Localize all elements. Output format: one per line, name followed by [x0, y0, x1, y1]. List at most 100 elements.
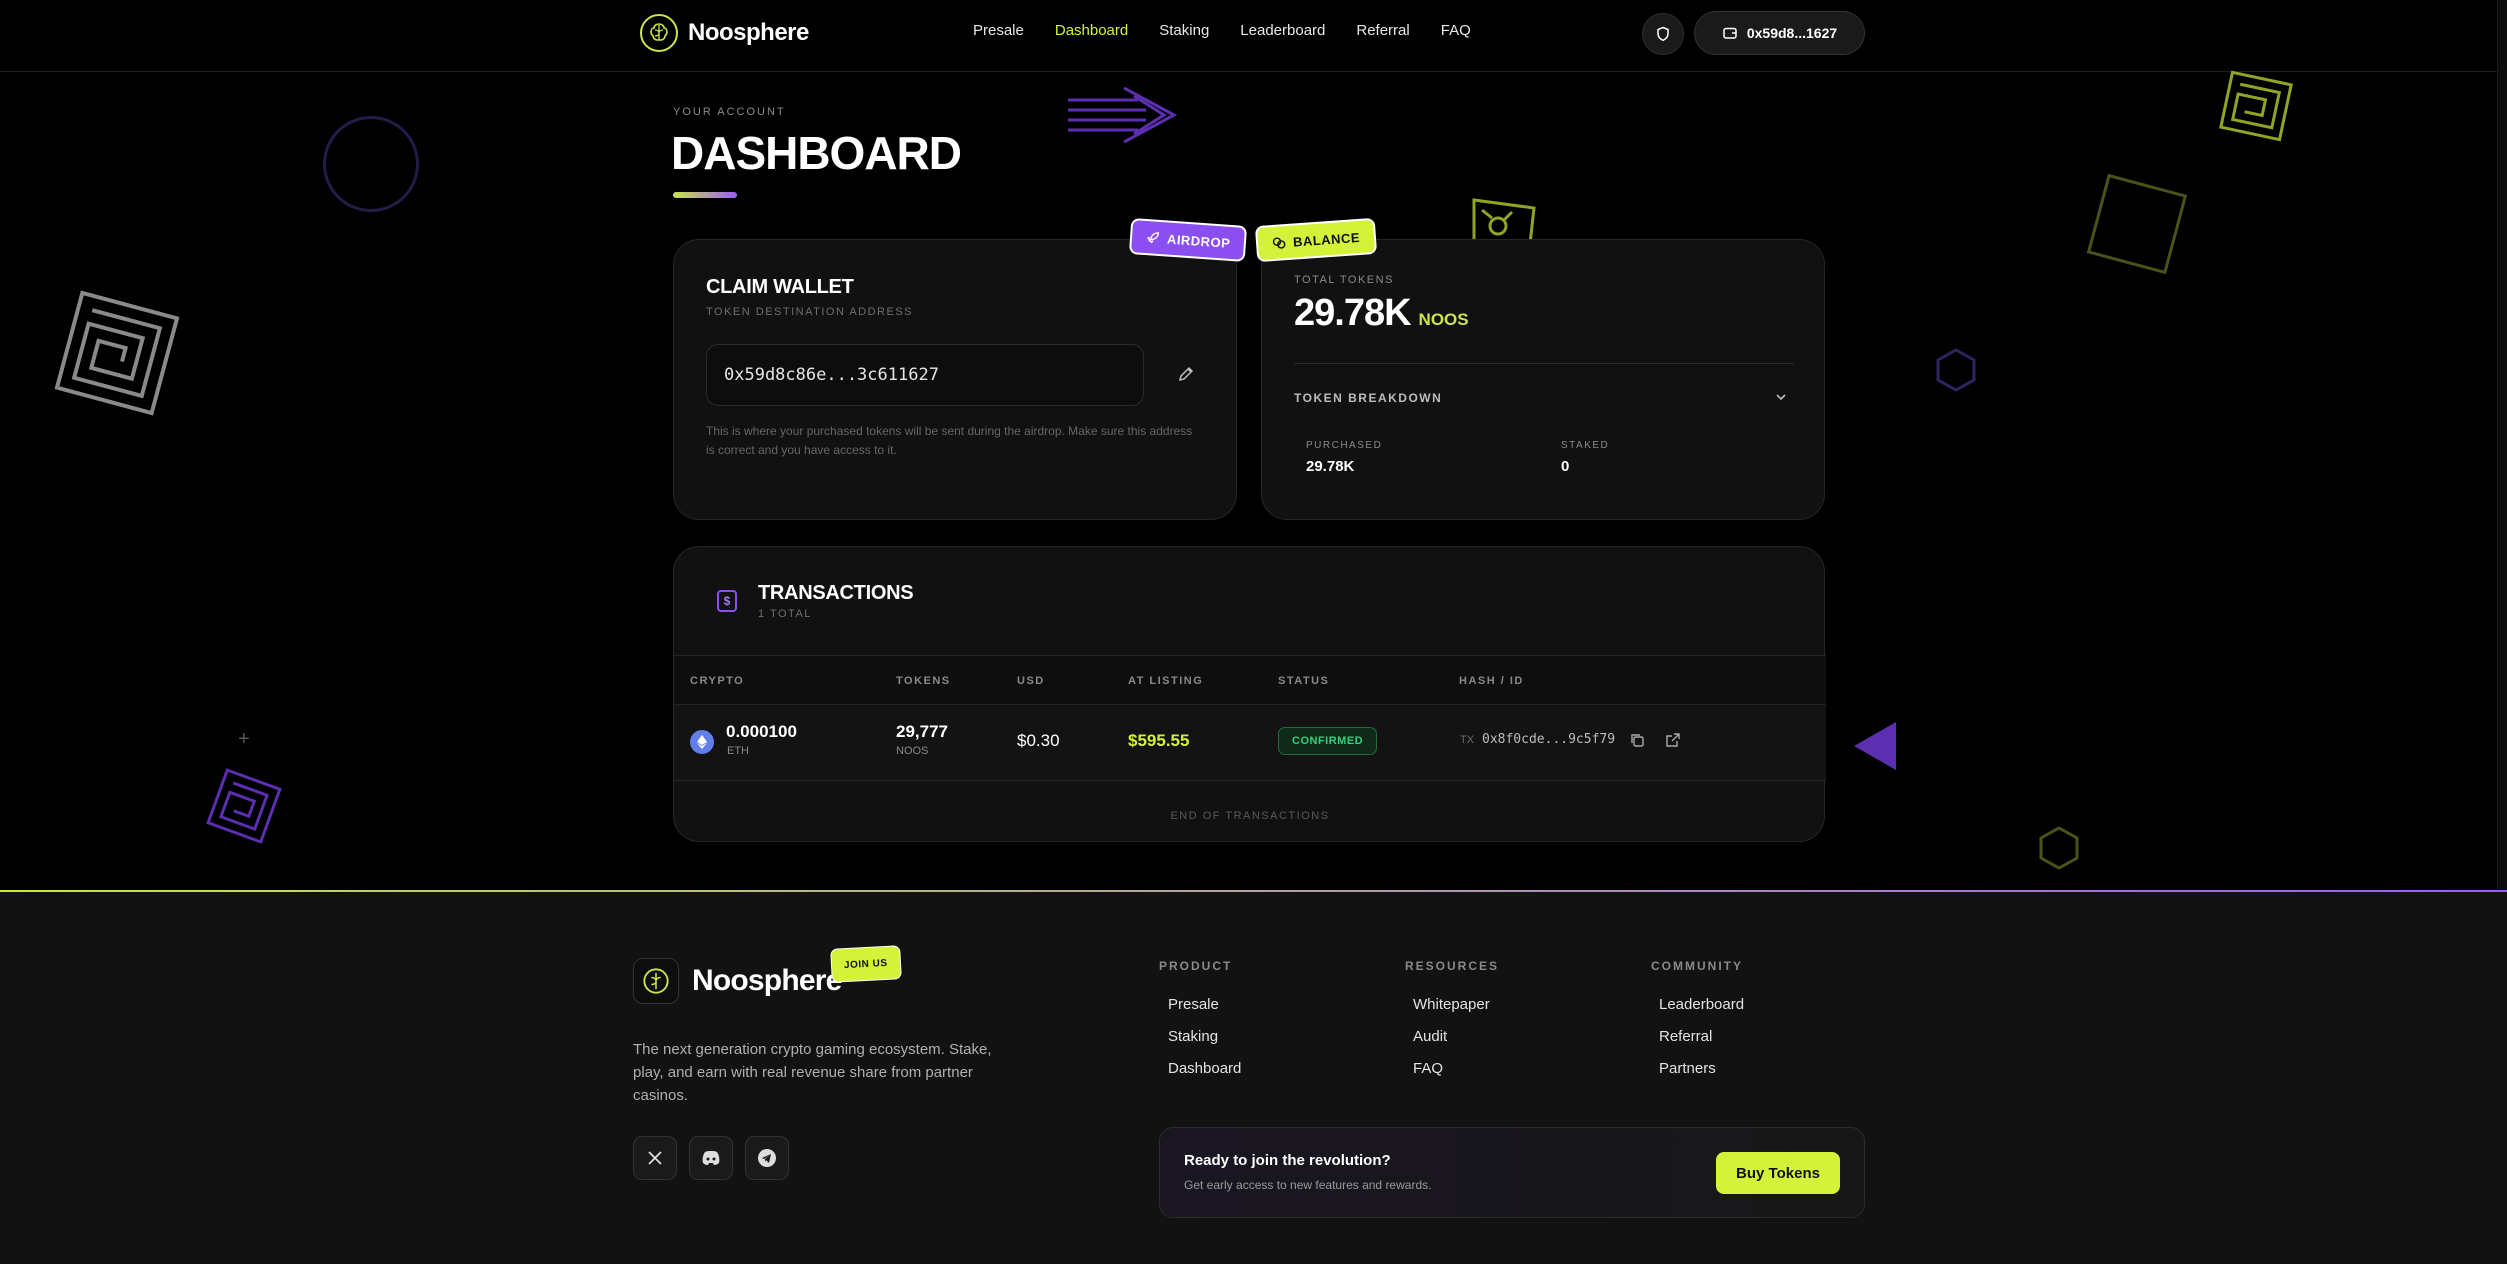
tx-tokens: 29,777 — [896, 722, 948, 741]
copy-icon — [1631, 734, 1644, 747]
wallet-icon — [1723, 27, 1737, 39]
table-header: CRYPTO TOKENS USD AT LISTING STATUS HASH… — [674, 655, 1826, 705]
pencil-icon — [1178, 366, 1194, 382]
status-badge: CONFIRMED — [1278, 727, 1378, 755]
claim-wallet-title: CLAIM WALLET — [706, 276, 854, 298]
transactions-count: 1 TOTAL — [758, 608, 812, 620]
tx-usd: $0.30 — [1017, 731, 1060, 750]
edit-address-button[interactable] — [1174, 362, 1198, 386]
cta-banner: Ready to join the revolution? Get early … — [1159, 1127, 1865, 1218]
staked-label: STAKED — [1561, 440, 1610, 451]
external-link-icon — [1666, 733, 1680, 747]
tx-hash-prefix: TX — [1460, 734, 1475, 746]
x-icon[interactable] — [633, 1136, 677, 1180]
hexagon-decoration-2 — [2039, 826, 2079, 870]
buy-tokens-button[interactable]: Buy Tokens — [1716, 1152, 1840, 1194]
discord-icon[interactable] — [689, 1136, 733, 1180]
brand-name: Noosphere — [688, 19, 809, 46]
footer: Noosphere JOIN US The next generation cr… — [0, 890, 2507, 1264]
total-tokens: 29.78K NOOS — [1294, 292, 1469, 335]
claim-wallet-card: CLAIM WALLET TOKEN DESTINATION ADDRESS 0… — [673, 239, 1237, 520]
table-row: 0.000100 ETH 29,777 NOOS $0.30 $595.55 C… — [674, 705, 1826, 781]
tx-crypto: ETH — [727, 745, 749, 757]
footer-col-community: COMMUNITY — [1651, 959, 1743, 973]
scrollbar[interactable] — [2497, 0, 2507, 890]
brain-logo-icon — [640, 14, 678, 52]
nav-links: Presale Dashboard Staking Leaderboard Re… — [973, 22, 1502, 39]
nav-link-faq[interactable]: FAQ — [1441, 22, 1471, 39]
col-crypto: CRYPTO — [690, 675, 745, 687]
footer-link-staking[interactable]: Staking — [1168, 1028, 1218, 1045]
footer-link-whitepaper[interactable]: Whitepaper — [1413, 996, 1490, 1013]
tx-hash: 0x8f0cde...9c5f79 — [1482, 732, 1616, 747]
wallet-address: 0x59d8...1627 — [1746, 25, 1838, 41]
nav-link-dashboard[interactable]: Dashboard — [1055, 22, 1128, 39]
footer-brand[interactable]: Noosphere — [692, 964, 842, 998]
nav-link-staking[interactable]: Staking — [1159, 22, 1209, 39]
chip-decoration — [1472, 198, 1536, 244]
transactions-title: TRANSACTIONS — [758, 582, 914, 604]
tx-at-listing: $595.55 — [1128, 731, 1190, 750]
maze-square-decoration — [2219, 70, 2293, 142]
nav-link-presale[interactable]: Presale — [973, 22, 1024, 39]
footer-link-partners[interactable]: Partners — [1659, 1060, 1716, 1077]
telegram-icon[interactable] — [745, 1136, 789, 1180]
footer-link-audit[interactable]: Audit — [1413, 1028, 1447, 1045]
copy-button[interactable] — [1629, 732, 1645, 753]
hexagon-decoration — [1936, 348, 1976, 392]
cta-title: Ready to join the revolution? — [1184, 1152, 1391, 1169]
wallet-address-value: 0x59d8c86e...3c611627 — [724, 365, 939, 385]
airdrop-tag-label: AIRDROP — [1166, 231, 1231, 251]
col-tokens: TOKENS — [896, 675, 951, 687]
rocket-icon — [1146, 232, 1160, 244]
cta-subtitle: Get early access to new features and rew… — [1184, 1178, 1432, 1192]
col-hash: HASH / ID — [1459, 675, 1524, 687]
top-nav: Noosphere Presale Dashboard Staking Lead… — [0, 0, 2507, 72]
balance-card: TOTAL TOKENS 29.78K NOOS TOKEN BREAKDOWN… — [1261, 239, 1825, 520]
claim-wallet-subtitle: TOKEN DESTINATION ADDRESS — [706, 306, 914, 318]
shield-button[interactable] — [1642, 13, 1684, 55]
chevron-down-icon[interactable] — [1774, 390, 1788, 409]
token-breakdown-toggle[interactable]: TOKEN BREAKDOWN — [1294, 391, 1442, 405]
airdrop-note: This is where your purchased tokens will… — [706, 424, 1193, 457]
square-decoration — [2086, 173, 2188, 275]
triangle-decoration — [1854, 722, 1896, 770]
plus-decoration: + — [238, 728, 250, 750]
col-status: STATUS — [1278, 675, 1330, 687]
footer-link-dashboard[interactable]: Dashboard — [1168, 1060, 1241, 1077]
shield-icon — [1657, 26, 1669, 42]
footer-col-product: PRODUCT — [1159, 959, 1233, 973]
end-of-transactions: END OF TRANSACTIONS — [1170, 810, 1330, 822]
page-title: DASHBOARD — [671, 127, 962, 179]
external-link-button[interactable] — [1665, 732, 1681, 753]
nav-link-referral[interactable]: Referral — [1356, 22, 1409, 39]
maze-decoration — [54, 290, 180, 416]
circle-decoration — [323, 116, 419, 212]
divider — [1294, 363, 1794, 364]
total-tokens-value: 29.78K — [1294, 292, 1412, 334]
footer-description: The next generation crypto gaming ecosys… — [633, 1041, 992, 1104]
purchased-value: 29.78K — [1306, 458, 1355, 475]
col-usd: USD — [1017, 675, 1045, 687]
footer-brain-logo-icon — [633, 958, 679, 1004]
maze-purple-decoration — [206, 768, 282, 844]
purchased-label: PURCHASED — [1306, 440, 1383, 451]
footer-link-presale[interactable]: Presale — [1168, 996, 1219, 1013]
nav-link-leaderboard[interactable]: Leaderboard — [1240, 22, 1325, 39]
staked-value: 0 — [1561, 458, 1570, 475]
join-us-tag: JOIN US — [830, 945, 902, 983]
tx-amount: 0.000100 — [726, 722, 797, 741]
footer-link-leaderboard[interactable]: Leaderboard — [1659, 996, 1744, 1013]
title-underline — [673, 192, 737, 198]
footer-link-referral[interactable]: Referral — [1659, 1028, 1712, 1045]
wallet-address-field[interactable]: 0x59d8c86e...3c611627 — [706, 344, 1144, 406]
footer-link-faq[interactable]: FAQ — [1413, 1060, 1443, 1077]
brand[interactable]: Noosphere — [640, 14, 809, 52]
arrow-decoration — [1068, 86, 1178, 144]
page-eyebrow: YOUR ACCOUNT — [673, 106, 786, 118]
transactions-card: $ TRANSACTIONS 1 TOTAL CRYPTO TOKENS USD… — [673, 546, 1826, 842]
total-tokens-label: TOTAL TOKENS — [1294, 274, 1394, 286]
dollar-document-icon: $ — [717, 590, 737, 612]
wallet-button[interactable]: 0x59d8...1627 — [1694, 11, 1865, 55]
ethereum-icon — [690, 730, 714, 754]
